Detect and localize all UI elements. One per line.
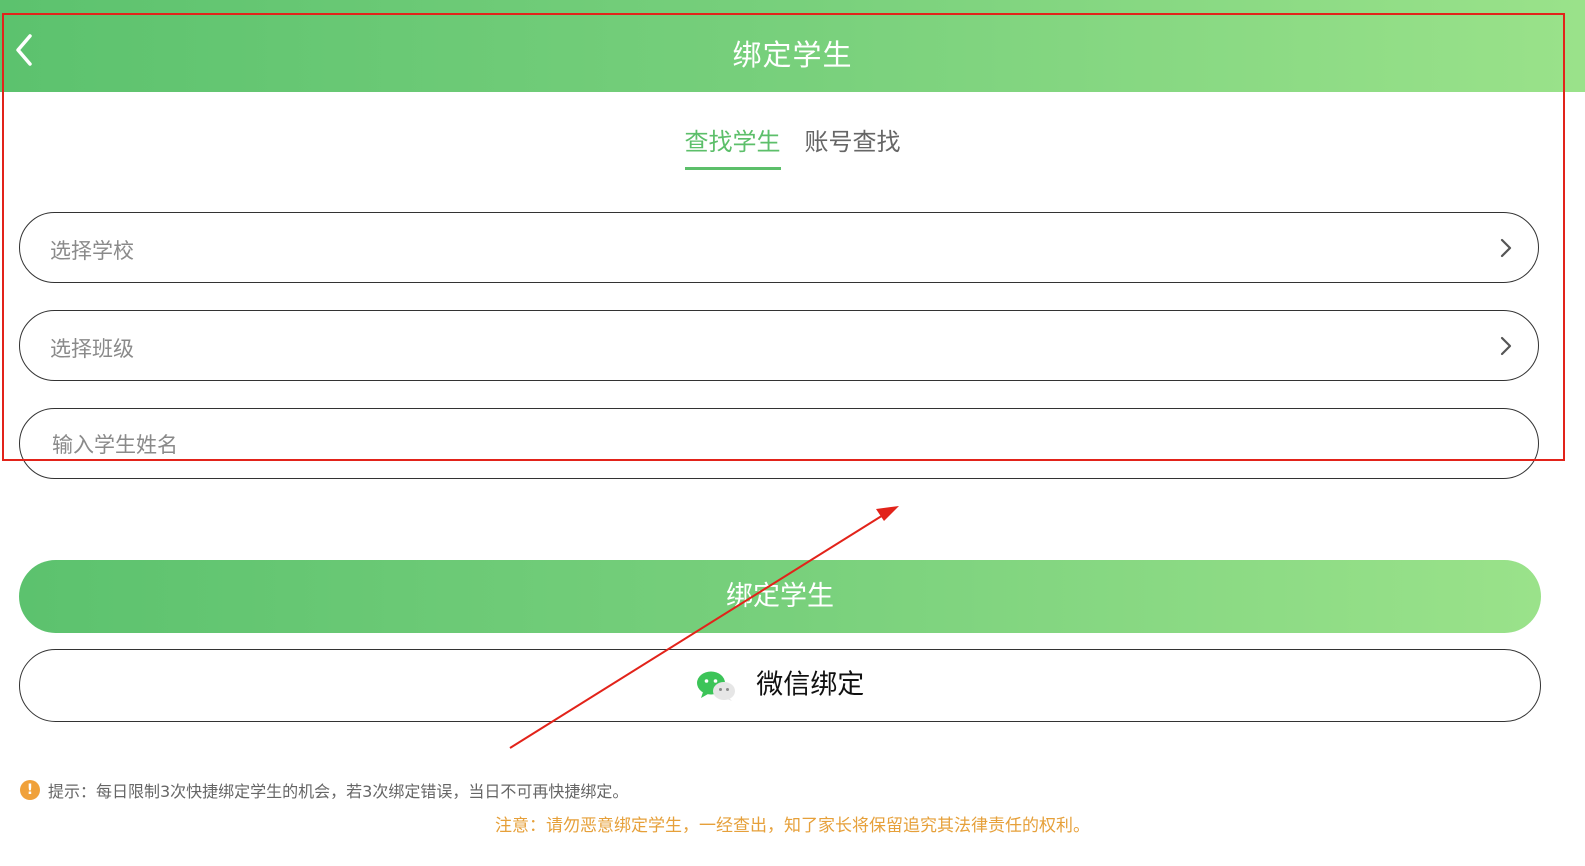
tab-account-search[interactable]: 账号查找 [805,122,901,167]
tab-find-student[interactable]: 查找学生 [684,122,781,170]
wechat-bind-button[interactable]: 微信绑定 [19,649,1541,722]
select-class-placeholder: 选择班级 [50,337,134,361]
tip-text: 提示：每日限制3次快捷绑定学生的机会，若3次绑定错误，当日不可再快捷绑定。 [48,782,629,801]
bind-student-button[interactable]: 绑定学生 [19,560,1541,633]
warning-icon: ! [20,780,40,800]
select-class-field[interactable]: 选择班级 [19,310,1539,381]
page-title: 绑定学生 [732,38,853,72]
select-school-field[interactable]: 选择学校 [19,212,1539,283]
chevron-right-icon [1500,336,1512,356]
wechat-bind-label: 微信绑定 [756,669,865,701]
select-school-placeholder: 选择学校 [50,239,134,263]
student-name-input[interactable] [50,427,1454,463]
tab-bar: 查找学生 账号查找 [0,122,1585,170]
header-bar: 绑定学生 [0,0,1585,92]
chevron-right-icon [1500,238,1512,258]
tip-row: ! 提示：每日限制3次快捷绑定学生的机会，若3次绑定错误，当日不可再快捷绑定。 [20,778,628,802]
wechat-icon [696,671,735,701]
legal-notice: 注意：请勿恶意绑定学生，一经查出，知了家长将保留追究其法律责任的权利。 [495,816,1090,836]
student-name-field [19,408,1539,479]
